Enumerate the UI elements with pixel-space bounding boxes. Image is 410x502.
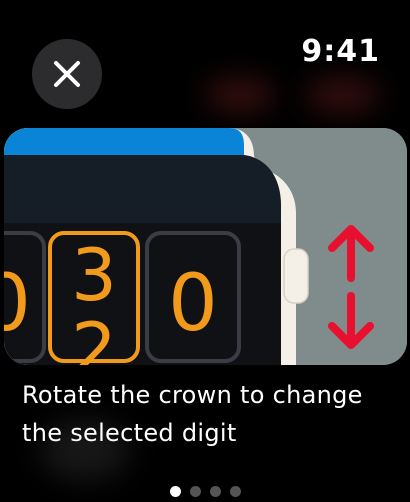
crown-illustration: 0 3 2 0 [4,128,407,365]
svg-text:3: 3 [71,233,117,317]
background-blur [205,78,275,112]
page-dot-active[interactable] [169,486,181,497]
close-icon [54,61,80,87]
page-indicator[interactable] [0,486,410,497]
page-dot[interactable] [189,486,201,497]
hint-text: Rotate the crown to change the selected … [22,381,363,447]
svg-text:0: 0 [168,259,218,349]
digital-crown-icon [283,248,309,304]
close-button[interactable] [32,39,102,109]
status-time: 9:41 [301,34,380,69]
page-dot[interactable] [229,486,241,497]
page-dot[interactable] [209,486,221,497]
background-blur [305,78,380,112]
svg-text:2: 2 [71,307,117,365]
svg-text:0: 0 [4,259,31,349]
